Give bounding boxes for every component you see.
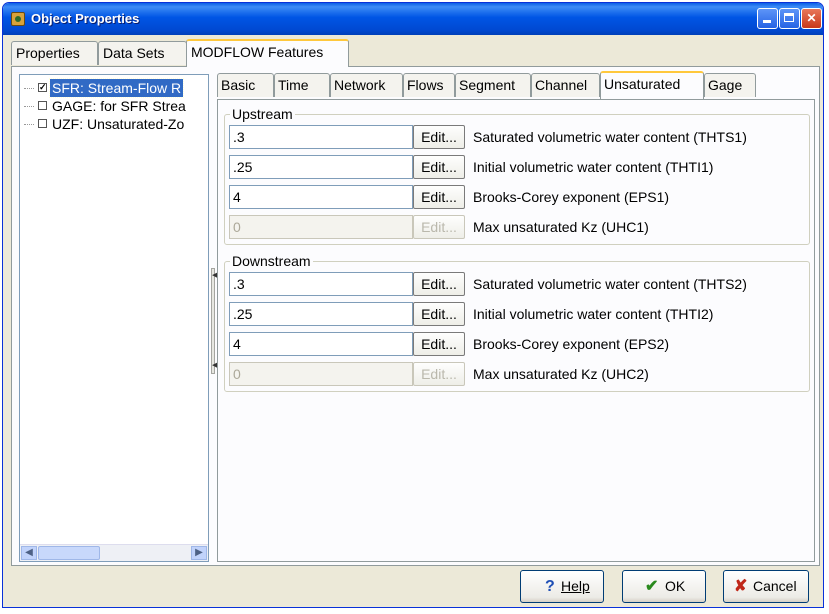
minimize-icon [763, 20, 771, 23]
modflow-features-page: ✓ SFR: Stream-Flow R GAGE: for SFR Strea… [11, 66, 820, 566]
eps1-edit-button[interactable]: Edit... [413, 185, 465, 209]
downstream-group: Downstream .3 Edit... Saturated volumetr… [224, 253, 810, 392]
uhc2-label: Max unsaturated Kz (UHC2) [473, 366, 649, 382]
eps2-edit-button[interactable]: Edit... [413, 332, 465, 356]
title-bar[interactable]: Object Properties ✕ [3, 3, 823, 35]
tree-item-label: SFR: Stream-Flow R [48, 78, 185, 98]
tree-connector [24, 88, 34, 89]
ok-button-label: OK [665, 578, 686, 594]
uhc2-input: 0 [229, 362, 413, 386]
close-icon: ✕ [806, 11, 817, 25]
maximize-button[interactable] [779, 8, 800, 29]
tree-connector [24, 106, 34, 107]
uhc1-input: 0 [229, 215, 413, 239]
ok-button[interactable]: ✔ OK [622, 570, 706, 603]
eps1-label: Brooks-Corey exponent (EPS1) [473, 189, 670, 205]
object-properties-window: Object Properties ✕ Properties Data Sets… [2, 2, 824, 608]
package-tree[interactable]: ✓ SFR: Stream-Flow R GAGE: for SFR Strea… [19, 74, 209, 562]
tab-flows[interactable]: Flows [403, 73, 455, 97]
app-icon [11, 12, 25, 26]
splitter[interactable]: ◀ ◀ [211, 75, 217, 562]
tab-data-sets[interactable]: Data Sets [98, 41, 187, 65]
sfr-checkbox[interactable]: ✓ [38, 83, 47, 92]
tab-gage[interactable]: Gage [704, 73, 756, 97]
thti1-input[interactable]: .25 [229, 155, 413, 179]
help-icon: ? [545, 578, 555, 595]
cancel-button[interactable]: ✘ Cancel [723, 570, 809, 603]
close-button[interactable]: ✕ [801, 8, 822, 29]
thts2-input[interactable]: .3 [229, 272, 413, 296]
scroll-thumb[interactable] [38, 546, 100, 560]
thts1-label: Saturated volumetric water content (THTS… [473, 129, 747, 145]
help-button-label: Help [561, 578, 590, 594]
thti2-label: Initial volumetric water content (THTI2) [473, 306, 714, 322]
uhc2-edit-button: Edit... [413, 362, 465, 386]
scroll-right-icon[interactable]: ▶ [191, 546, 207, 560]
thti1-edit-button[interactable]: Edit... [413, 155, 465, 179]
upstream-group-title: Upstream [230, 106, 295, 122]
tab-modflow-features[interactable]: MODFLOW Features [186, 39, 349, 67]
tab-basic[interactable]: Basic [217, 73, 274, 97]
window-title: Object Properties [31, 11, 140, 26]
tab-segment[interactable]: Segment [455, 73, 531, 97]
cancel-x-icon: ✘ [734, 578, 748, 595]
scroll-left-icon[interactable]: ◀ [21, 546, 37, 560]
thts2-edit-button[interactable]: Edit... [413, 272, 465, 296]
tab-channel[interactable]: Channel [531, 73, 600, 97]
tab-properties[interactable]: Properties [11, 41, 98, 65]
tab-time[interactable]: Time [274, 73, 330, 97]
thts2-label: Saturated volumetric water content (THTS… [473, 276, 747, 292]
minimize-button[interactable] [757, 8, 778, 29]
checkmark-icon: ✔ [645, 578, 659, 595]
maximize-icon [784, 13, 794, 22]
downstream-group-title: Downstream [230, 253, 313, 269]
uhc1-edit-button: Edit... [413, 215, 465, 239]
eps2-label: Brooks-Corey exponent (EPS2) [473, 336, 670, 352]
cancel-button-label: Cancel [753, 578, 797, 594]
tab-network[interactable]: Network [330, 73, 403, 97]
uhc1-label: Max unsaturated Kz (UHC1) [473, 219, 649, 235]
unsaturated-page: Upstream .3 Edit... Saturated volumetric… [217, 99, 815, 562]
tree-item-label: UZF: Unsaturated-Zo [52, 116, 185, 132]
help-button[interactable]: ? Help [520, 570, 604, 603]
splitter-grip[interactable]: ◀ ◀ [211, 268, 217, 374]
tree-connector [24, 124, 34, 125]
eps2-input[interactable]: 4 [229, 332, 413, 356]
eps1-input[interactable]: 4 [229, 185, 413, 209]
upstream-group: Upstream .3 Edit... Saturated volumetric… [224, 106, 810, 245]
tab-unsaturated[interactable]: Unsaturated [600, 71, 704, 99]
gage-checkbox[interactable] [38, 101, 47, 110]
thts1-edit-button[interactable]: Edit... [413, 125, 465, 149]
thti2-input[interactable]: .25 [229, 302, 413, 326]
uzf-checkbox[interactable] [38, 119, 47, 128]
tree-horizontal-scrollbar[interactable]: ◀ ▶ [20, 544, 208, 561]
thti1-label: Initial volumetric water content (THTI1) [473, 159, 714, 175]
tree-item-label: GAGE: for SFR Strea [52, 98, 186, 114]
thts1-input[interactable]: .3 [229, 125, 413, 149]
thti2-edit-button[interactable]: Edit... [413, 302, 465, 326]
